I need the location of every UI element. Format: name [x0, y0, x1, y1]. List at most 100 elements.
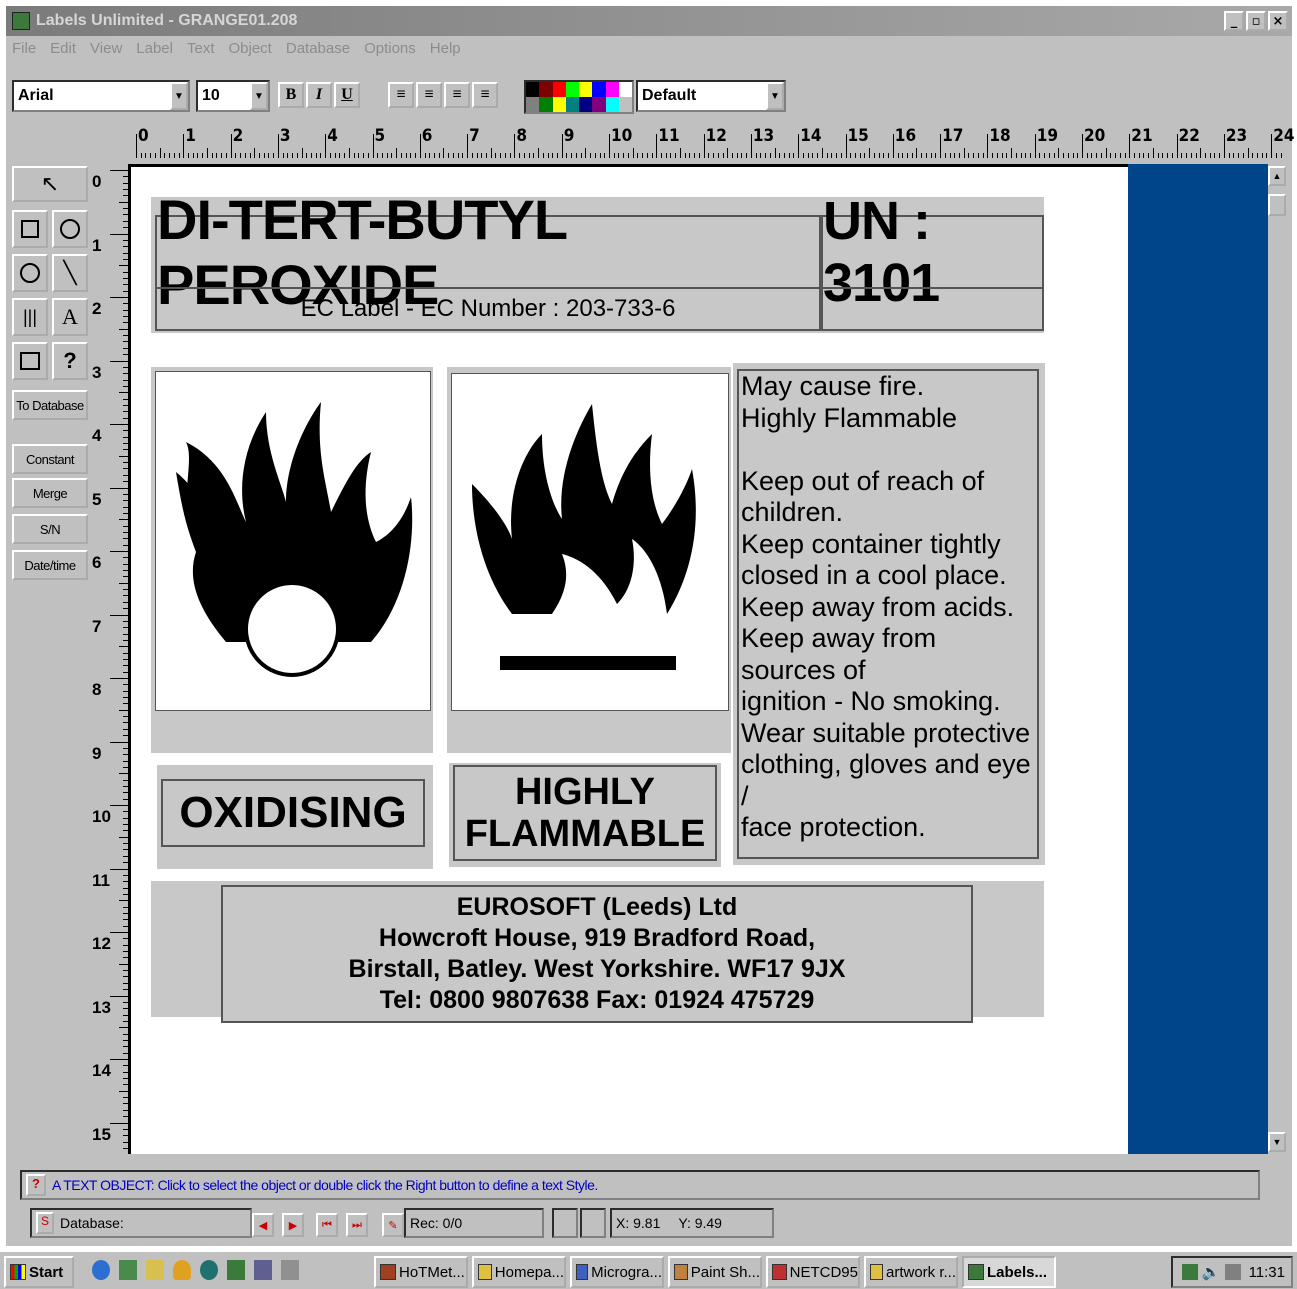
text-tool[interactable]: A	[52, 298, 88, 336]
justify-button[interactable]: ≡	[472, 82, 498, 108]
chevron-down-icon[interactable]: ▼	[250, 82, 268, 110]
menu-view[interactable]: View	[90, 40, 122, 64]
instructions-box[interactable]: May cause fire. Highly Flammable Keep out…	[737, 369, 1039, 859]
bulb-icon[interactable]	[173, 1260, 191, 1280]
align-center-button[interactable]: ≡	[416, 82, 442, 108]
color-swatch[interactable]	[592, 97, 606, 112]
ellipse-tool[interactable]	[12, 254, 48, 292]
un-number-box[interactable]: UN : 3101	[821, 191, 1044, 313]
menu-help[interactable]: Help	[430, 40, 461, 64]
network-icon[interactable]	[254, 1260, 272, 1280]
color-swatch[interactable]	[526, 82, 540, 97]
chevron-down-icon[interactable]: ▼	[766, 82, 784, 110]
ruler-tick	[736, 153, 738, 158]
flammable-label-box[interactable]: HIGHLY FLAMMABLE	[453, 765, 717, 861]
mail-icon[interactable]	[146, 1260, 164, 1280]
color-swatch[interactable]	[592, 82, 606, 97]
menu-object[interactable]: Object	[229, 40, 272, 64]
color-swatch[interactable]	[605, 82, 619, 97]
tray-printer-icon[interactable]	[1224, 1264, 1241, 1280]
color-swatch[interactable]	[579, 82, 593, 97]
menu-label[interactable]: Label	[136, 40, 173, 64]
menu-database[interactable]: Database	[286, 40, 350, 64]
chevron-down-icon[interactable]: ▼	[170, 82, 188, 110]
rectangle-tool[interactable]	[12, 210, 48, 248]
task-artwork[interactable]: artwork r...	[864, 1256, 958, 1288]
task-labels[interactable]: Labels...	[962, 1256, 1056, 1288]
size-select[interactable]: 10 ▼	[196, 80, 270, 112]
task-hotmetal[interactable]: HoTMet...	[374, 1256, 468, 1288]
to-database-button[interactable]: To Database	[12, 390, 88, 420]
globe-icon[interactable]	[200, 1260, 218, 1280]
document-icon[interactable]	[281, 1260, 299, 1280]
color-swatch[interactable]	[579, 97, 593, 112]
date-time-button[interactable]: Date/time	[12, 550, 88, 580]
color-swatch[interactable]	[539, 82, 553, 97]
record-edit-button[interactable]: ✎	[382, 1213, 404, 1237]
browser-icon[interactable]	[92, 1260, 110, 1280]
start-button[interactable]: Start	[4, 1256, 74, 1288]
flammable-symbol-box[interactable]	[451, 373, 729, 711]
oxidising-symbol-box[interactable]	[155, 371, 431, 711]
align-left-button[interactable]: ≡	[388, 82, 414, 108]
merge-button[interactable]: Merge	[12, 478, 88, 508]
color-swatch[interactable]	[552, 82, 566, 97]
color-swatch[interactable]	[565, 97, 579, 112]
oxidising-label-box[interactable]: OXIDISING	[161, 779, 425, 847]
desktop-icon[interactable]	[119, 1260, 137, 1280]
style-select[interactable]: Default ▼	[636, 80, 786, 112]
scroll-down-icon[interactable]: ▼	[1268, 1132, 1286, 1152]
serial-number-button[interactable]: S/N	[12, 514, 88, 544]
product-name-box[interactable]: DI-TERT-BUTYL PEROXIDE	[155, 188, 821, 316]
picture-tool[interactable]	[12, 342, 48, 380]
font-select[interactable]: Arial ▼	[12, 80, 190, 112]
bold-button[interactable]: B	[278, 82, 304, 108]
vertical-scrollbar[interactable]: ▲ ▼	[1268, 164, 1286, 1154]
rounded-rect-tool[interactable]	[52, 210, 88, 248]
database-icon[interactable]: S	[36, 1212, 54, 1234]
close-button[interactable]: ×	[1268, 11, 1288, 31]
menu-text[interactable]: Text	[187, 40, 215, 64]
first-record-button[interactable]: ◀	[252, 1213, 274, 1237]
clock[interactable]: 11:31	[1249, 1264, 1285, 1281]
underline-button[interactable]: U	[334, 82, 360, 108]
color-swatch[interactable]	[552, 97, 566, 112]
last-record-button[interactable]: ⏭	[346, 1213, 368, 1237]
tray-app-icon[interactable]	[1181, 1264, 1198, 1280]
title-bar[interactable]: Labels Unlimited - GRANGE01.208 _ ▫ ×	[6, 6, 1292, 36]
help-tool[interactable]: ?	[52, 342, 88, 380]
color-swatch[interactable]	[539, 97, 553, 112]
minimize-button[interactable]: _	[1224, 11, 1244, 31]
menu-edit[interactable]: Edit	[50, 40, 76, 64]
color-swatch[interactable]	[565, 82, 579, 97]
color-swatch[interactable]	[618, 97, 632, 112]
help-icon[interactable]: ?	[26, 1174, 46, 1196]
grid-icon[interactable]	[227, 1260, 245, 1280]
menu-file[interactable]: File	[12, 40, 36, 64]
align-right-button[interactable]: ≡	[444, 82, 470, 108]
restore-button[interactable]: ▫	[1246, 11, 1266, 31]
task-paintshop[interactable]: Paint Sh...	[668, 1256, 762, 1288]
constant-button[interactable]: Constant	[12, 444, 88, 474]
task-homepage[interactable]: Homepa...	[472, 1256, 566, 1288]
scroll-thumb[interactable]	[1268, 194, 1286, 216]
color-palette[interactable]	[524, 80, 634, 114]
address-box[interactable]: EUROSOFT (Leeds) Ltd Howcroft House, 919…	[221, 885, 973, 1023]
select-tool[interactable]: ↖	[12, 166, 88, 202]
color-swatch[interactable]	[605, 97, 619, 112]
ruler-tick	[708, 153, 710, 158]
ec-number-box[interactable]: EC Label - EC Number : 203-733-6	[155, 287, 821, 331]
speaker-icon[interactable]: 🔈	[1202, 1263, 1221, 1281]
next-record-button[interactable]: ▶	[282, 1213, 304, 1237]
first-record-button-2[interactable]: ⏮	[316, 1213, 338, 1237]
italic-button[interactable]: I	[306, 82, 332, 108]
scroll-up-icon[interactable]: ▲	[1268, 166, 1286, 186]
task-micrografx[interactable]: Microgra...	[570, 1256, 664, 1288]
barcode-tool[interactable]: |||	[12, 298, 48, 336]
line-tool[interactable]: ╲	[52, 254, 88, 292]
color-swatch[interactable]	[618, 82, 632, 97]
menu-options[interactable]: Options	[364, 40, 416, 64]
task-netcd95[interactable]: NETCD95	[766, 1256, 860, 1288]
label-canvas[interactable]: DI-TERT-BUTYL PEROXIDE UN : 3101 EC Labe…	[128, 164, 1128, 1154]
color-swatch[interactable]	[526, 97, 540, 112]
